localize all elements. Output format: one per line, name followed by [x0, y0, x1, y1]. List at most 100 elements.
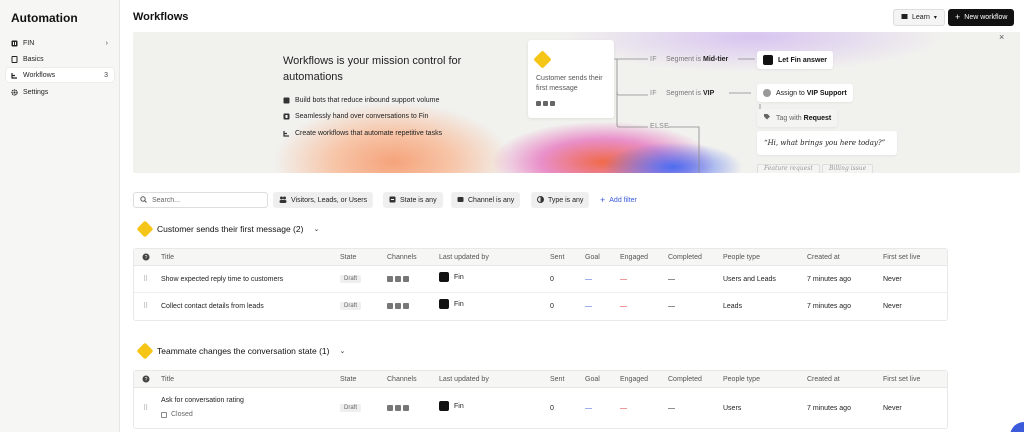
plus-icon: +	[600, 195, 606, 205]
column-header: People type	[723, 376, 760, 383]
search-icon	[140, 195, 147, 205]
trigger-icon	[533, 50, 552, 69]
column-header: Sent	[550, 376, 565, 383]
completed-value: —	[668, 276, 675, 283]
state-filter[interactable]: State is any	[383, 192, 443, 208]
sidebar-item-fin[interactable]: FIN ›	[6, 36, 114, 50]
column-header: State	[340, 254, 357, 261]
book-icon	[11, 55, 18, 63]
group-header[interactable]: Customer sends their first message (2) ⌄	[136, 220, 320, 238]
updated-by: Fin	[439, 299, 464, 309]
table-row[interactable]: ⠿ Show expected reply time to customers …	[134, 266, 947, 293]
column-header: Title	[161, 254, 174, 261]
drag-handle-icon[interactable]: ⠿	[143, 302, 148, 310]
people-type: Users and Leads	[723, 276, 776, 283]
add-filter-label: Add filter	[609, 196, 637, 204]
drag-handle-icon[interactable]: ⠿	[143, 404, 148, 412]
workflow-title[interactable]: Show expected reply time to customers	[161, 276, 283, 283]
sidebar-item-label: FIN	[23, 39, 35, 47]
sidebar-item-basics[interactable]: Basics	[6, 52, 114, 66]
column-header: Goal	[585, 254, 600, 261]
people-type: Leads	[723, 303, 743, 310]
group-title: Customer sends their first message (2)	[157, 224, 304, 234]
trigger-state: Closed	[161, 411, 193, 418]
segment-condition: Segment is Mid-tier	[666, 56, 728, 63]
reply-option-pill: Feature request	[757, 164, 820, 173]
group-header[interactable]: Teammate changes the conversation state …	[136, 342, 345, 360]
column-header: Title	[161, 376, 174, 383]
created-at: 7 minutes ago	[807, 276, 851, 283]
learn-button[interactable]: Learn ▾	[893, 9, 945, 26]
group-title: Teammate changes the conversation state …	[157, 346, 330, 356]
type-filter-label: Type is any	[548, 196, 584, 204]
action-node-fin: Let Fin answer	[757, 51, 834, 69]
search-input[interactable]	[152, 196, 252, 204]
learn-label: Learn	[912, 14, 930, 21]
created-at: 7 minutes ago	[807, 405, 851, 412]
table-row[interactable]: ⠿ Collect contact details from leads Dra…	[134, 293, 947, 320]
chevron-down-icon: ⌄	[313, 226, 320, 233]
column-header: Engaged	[620, 254, 649, 261]
search-field[interactable]	[133, 192, 268, 208]
engaged-value: —	[620, 303, 627, 310]
state-badge: Draft	[340, 275, 362, 283]
trigger-state-label: Closed	[171, 411, 193, 418]
sidebar-item-settings[interactable]: Settings	[6, 85, 114, 99]
chevron-right-icon: ›	[105, 39, 108, 47]
closed-icon	[161, 411, 167, 418]
goal-value: —	[585, 405, 592, 412]
column-header: Engaged	[620, 376, 649, 383]
state-badge: Draft	[340, 404, 362, 412]
hero-banner: Workflows is your mission control for au…	[133, 32, 1020, 173]
action-node-assign: Assign to VIP Support	[757, 84, 853, 102]
goal-value: —	[585, 303, 592, 310]
state-badge: Draft	[340, 302, 362, 310]
condition-value: VIP	[702, 90, 715, 97]
workflow-title[interactable]: Ask for conversation rating	[161, 397, 244, 404]
table-header: ? Title State Channels Last updated by S…	[134, 249, 947, 266]
new-workflow-button[interactable]: + New workflow	[948, 9, 1015, 26]
workflow-title[interactable]: Collect contact details from leads	[161, 303, 264, 310]
gear-icon	[11, 88, 18, 96]
sidebar-item-workflows[interactable]: Workflows 3	[6, 68, 114, 82]
column-header: Last updated by	[439, 376, 489, 383]
column-header: Last updated by	[439, 254, 489, 261]
audience-filter[interactable]: Visitors, Leads, or Users	[273, 192, 374, 208]
type-filter[interactable]: Type is any	[531, 192, 590, 208]
trigger-icon	[136, 342, 154, 360]
chat-icon	[387, 405, 393, 411]
tag-icon	[763, 113, 771, 123]
first-set-live: Never	[883, 303, 902, 310]
updated-by-name: Fin	[454, 273, 464, 281]
book-icon	[901, 13, 908, 22]
channel-filter[interactable]: Channel is any	[451, 192, 521, 208]
sidebar-item-label: Basics	[23, 55, 44, 63]
sent-count: 0	[550, 276, 554, 283]
action-value: VIP Support	[806, 89, 847, 97]
sent-count: 0	[550, 303, 554, 310]
workflow-icon	[11, 72, 18, 79]
close-icon[interactable]: ×	[999, 32, 1004, 42]
new-workflow-label: New workflow	[964, 14, 1008, 21]
drag-handle-icon[interactable]: ⠿	[143, 275, 148, 283]
completed-value: —	[668, 303, 675, 310]
assign-icon	[763, 89, 771, 97]
channel-icon	[457, 196, 464, 205]
else-label: ELSE	[650, 123, 670, 130]
fin-avatar	[439, 299, 449, 309]
people-icon	[279, 196, 287, 205]
column-header: People type	[723, 254, 760, 261]
table-row[interactable]: ⠿ Ask for conversation rating Closed Dra…	[134, 388, 947, 428]
channel-filter-label: Channel is any	[468, 196, 515, 204]
add-filter-button[interactable]: + Add filter	[600, 192, 637, 208]
column-header: Channels	[387, 376, 417, 383]
state-filter-label: State is any	[400, 196, 437, 204]
column-header: Completed	[668, 376, 702, 383]
column-header: Created at	[807, 376, 840, 383]
condition-value: Mid-tier	[702, 56, 729, 63]
column-header: First set live	[883, 254, 921, 261]
channel-icons	[387, 405, 409, 411]
messenger-launcher[interactable]	[1010, 422, 1024, 432]
apple-icon	[395, 405, 401, 411]
type-icon	[537, 195, 544, 205]
